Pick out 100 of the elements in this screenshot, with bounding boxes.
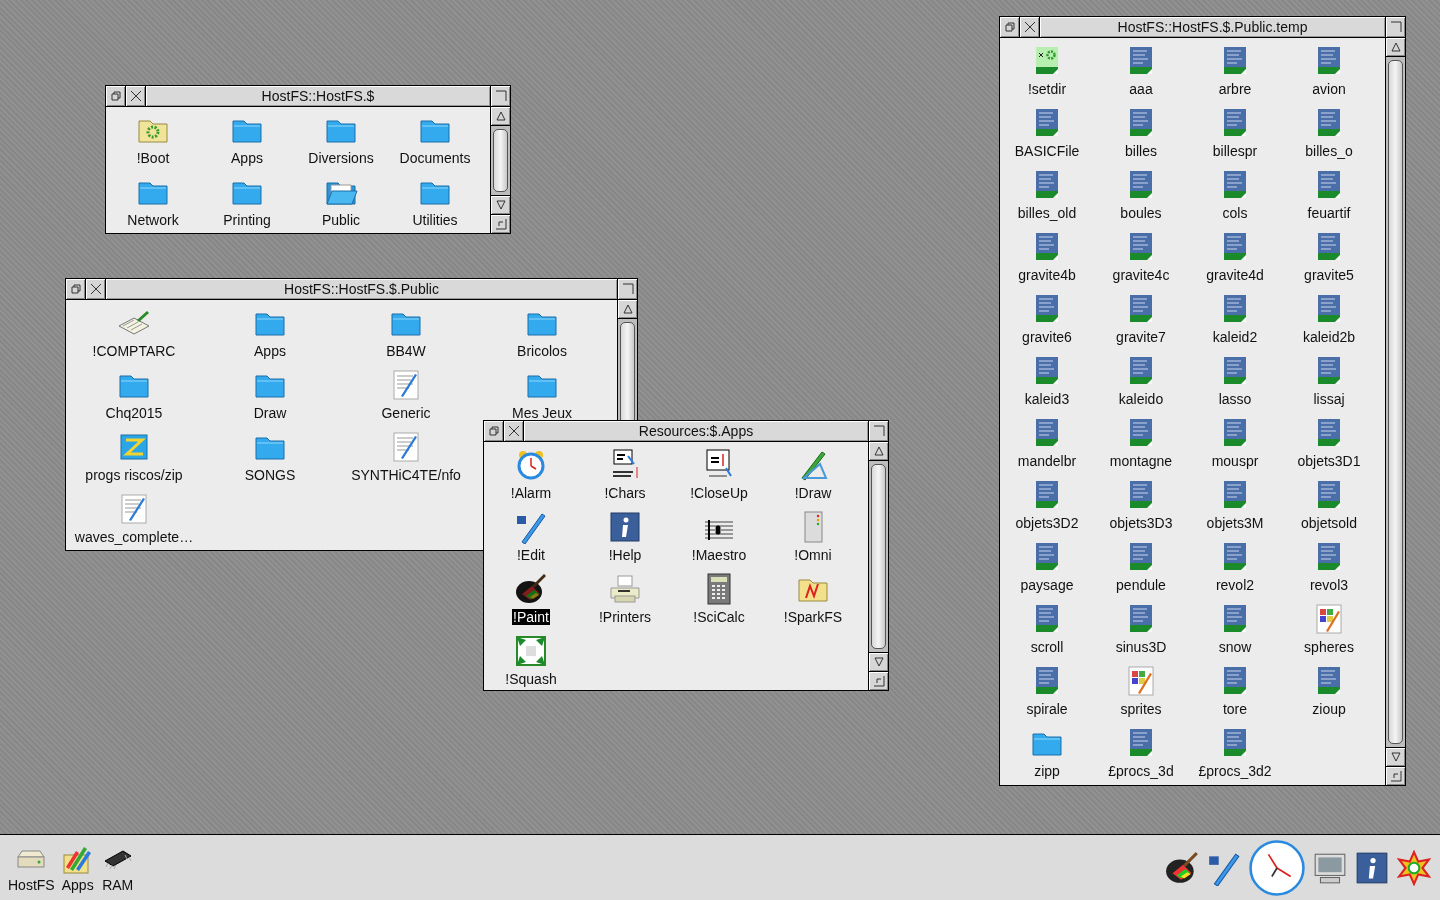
file-name[interactable]: Utilities [411, 212, 459, 228]
file-name[interactable]: avion [1311, 81, 1347, 97]
file-name[interactable]: zipp [1033, 763, 1061, 779]
file-name[interactable]: !Printers [597, 609, 653, 625]
resize-button[interactable] [1386, 766, 1405, 785]
file-name[interactable]: objets3D2 [1014, 515, 1080, 531]
scroll-down-button[interactable] [1386, 747, 1405, 766]
toggle-size-button[interactable] [617, 279, 637, 299]
back-button[interactable] [484, 421, 504, 441]
icon-bar-label[interactable]: HostFS [8, 876, 55, 893]
back-button[interactable] [106, 86, 126, 106]
file-name[interactable]: progs riscos/zip [84, 467, 184, 483]
file-name[interactable]: gravite6 [1021, 329, 1073, 345]
file-name[interactable]: !COMPTARC [91, 343, 177, 359]
file-name[interactable]: gravite4c [1111, 267, 1171, 283]
file-name[interactable]: montagne [1108, 453, 1174, 469]
back-button[interactable] [1000, 17, 1020, 37]
toggle-size-button[interactable] [868, 421, 888, 441]
file-name[interactable]: feuartif [1306, 205, 1352, 221]
file-name[interactable]: !CloseUp [689, 485, 749, 501]
file-name[interactable]: gravite5 [1303, 267, 1355, 283]
file-name[interactable]: objets3D3 [1108, 515, 1174, 531]
file-name[interactable]: revol2 [1214, 577, 1256, 593]
file-name[interactable]: !Paint [512, 609, 550, 625]
close-button[interactable] [1020, 17, 1040, 37]
scroll-down-button[interactable] [869, 652, 888, 671]
file-name[interactable]: !Maestro [690, 547, 748, 563]
file-name[interactable]: £procs_3d2 [1197, 763, 1273, 779]
file-name[interactable]: objets3D1 [1296, 453, 1362, 469]
file-name[interactable]: kaleido [1117, 391, 1165, 407]
file-name[interactable]: Chq2015 [104, 405, 164, 421]
title-bar[interactable]: HostFS::HostFS.$.Public.temp [1040, 17, 1385, 37]
file-name[interactable]: spheres [1303, 639, 1355, 655]
clock-icon[interactable] [1248, 838, 1306, 897]
squash-arrows-icon[interactable] [514, 634, 548, 668]
file-name[interactable]: Diversions [307, 150, 375, 166]
file-name[interactable]: lissaj [1312, 391, 1346, 407]
file-name[interactable]: SONGS [243, 467, 297, 483]
file-name[interactable]: spirale [1025, 701, 1069, 717]
file-name[interactable]: objets3M [1205, 515, 1265, 531]
printer-icon[interactable] [608, 572, 642, 606]
file-name[interactable]: paysage [1019, 577, 1075, 593]
scroll-up-button[interactable] [869, 442, 888, 461]
file-name[interactable]: tore [1221, 701, 1249, 717]
file-name[interactable]: Generic [380, 405, 432, 421]
file-name[interactable]: BB4W [385, 343, 427, 359]
file-name[interactable]: gravite4d [1205, 267, 1265, 283]
close-button[interactable] [86, 279, 106, 299]
title-bar[interactable]: Resources:$.Apps [524, 421, 868, 441]
close-button[interactable] [504, 421, 524, 441]
color-star-icon[interactable] [1396, 849, 1432, 886]
file-name[interactable]: cols [1221, 205, 1249, 221]
close-button[interactable] [126, 86, 146, 106]
file-name[interactable]: !Draw [793, 485, 833, 501]
scroll-up-button[interactable] [491, 107, 510, 126]
file-name[interactable]: boules [1119, 205, 1163, 221]
file-name[interactable]: billespr [1211, 143, 1259, 159]
file-name[interactable]: !Chars [603, 485, 647, 501]
file-name[interactable]: £procs_3d [1107, 763, 1175, 779]
file-name[interactable]: objetsold [1299, 515, 1358, 531]
file-name[interactable]: zioup [1311, 701, 1347, 717]
file-name[interactable]: !Squash [504, 671, 558, 687]
resize-button[interactable] [491, 214, 510, 233]
file-name[interactable]: !setdir [1026, 81, 1068, 97]
file-name[interactable]: Apps [253, 343, 287, 359]
file-name[interactable]: sinus3D [1114, 639, 1168, 655]
file-name[interactable]: scroll [1029, 639, 1065, 655]
file-name[interactable]: waves_complete… [73, 529, 195, 545]
file-name[interactable]: billes_old [1016, 205, 1078, 221]
title-bar[interactable]: HostFS::HostFS.$ [146, 86, 490, 106]
file-name[interactable]: mandelbr [1016, 453, 1078, 469]
paint-palette-icon[interactable] [1164, 849, 1200, 886]
file-name[interactable]: kaleid2 [1211, 329, 1259, 345]
scroll-down-button[interactable] [491, 195, 510, 214]
file-name[interactable]: gravite4b [1017, 267, 1077, 283]
file-name[interactable]: SYNTHiC4TE/nfo [350, 467, 462, 483]
file-name[interactable]: Public [320, 212, 362, 228]
file-name[interactable]: !SparkFS [782, 609, 844, 625]
back-button[interactable] [66, 279, 86, 299]
file-name[interactable]: Mes Jeux [511, 405, 573, 421]
file-name[interactable]: !Omni [793, 547, 833, 563]
file-name[interactable]: snow [1217, 639, 1253, 655]
title-bar[interactable]: HostFS::HostFS.$.Public [106, 279, 617, 299]
file-name[interactable]: sprites [1119, 701, 1163, 717]
paint-palette-icon[interactable] [514, 572, 548, 606]
file-name[interactable]: !Edit [516, 547, 546, 563]
file-name[interactable]: Documents [398, 150, 472, 166]
resize-button[interactable] [869, 671, 888, 690]
file-name[interactable]: lasso [1217, 391, 1253, 407]
icon-bar-label[interactable]: RAM [102, 876, 134, 893]
file-name[interactable]: aaa [1128, 81, 1154, 97]
info-icon[interactable] [608, 510, 642, 544]
file-name[interactable]: Bricolos [516, 343, 568, 359]
file-name[interactable]: !SciCalc [692, 609, 746, 625]
toggle-size-button[interactable] [490, 86, 510, 106]
file-name[interactable]: Draw [252, 405, 288, 421]
file-name[interactable]: !Boot [135, 150, 171, 166]
file-name[interactable]: Printing [222, 212, 272, 228]
file-name[interactable]: revol3 [1308, 577, 1350, 593]
file-name[interactable]: !Alarm [509, 485, 553, 501]
